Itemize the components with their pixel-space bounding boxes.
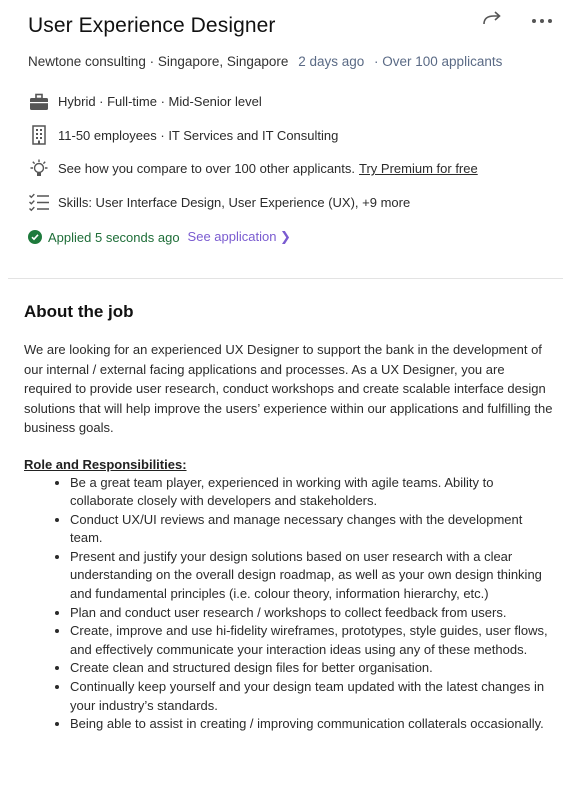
lightbulb-icon (28, 158, 50, 180)
more-dots-icon (531, 11, 553, 29)
applicant-count: · Over 100 applicants (374, 54, 503, 69)
company-size-text: 11-50 employees · IT Services and IT Con… (58, 127, 339, 143)
list-item: Continually keep yourself and your desig… (70, 678, 555, 715)
job-subline: Newtone consulting · Singapore, Singapor… (28, 54, 571, 69)
responsibilities-list: Be a great team player, experienced in w… (24, 474, 555, 734)
workplace-text: Hybrid · Full-time · Mid-Senior level (58, 94, 262, 110)
building-icon (28, 124, 50, 146)
company-size-fact: 11-50 employees · IT Services and IT Con… (28, 119, 571, 153)
applied-status-text: Applied 5 seconds ago (48, 229, 180, 245)
posted-time: 2 days ago (298, 54, 365, 69)
share-arrow-icon (481, 9, 503, 32)
about-heading: About the job (24, 302, 134, 321)
list-item: Being able to assist in creating / impro… (70, 715, 555, 734)
header-actions (479, 8, 555, 32)
try-premium-link[interactable]: Try Premium for free (359, 161, 478, 176)
check-circle-icon (28, 230, 42, 244)
checklist-icon (28, 191, 50, 213)
list-item: Create, improve and use hi-fidelity wire… (70, 622, 555, 659)
list-item: Conduct UX/UI reviews and manage necessa… (70, 511, 555, 548)
share-button[interactable] (479, 8, 505, 32)
about-intro: We are looking for an experienced UX Des… (24, 342, 553, 435)
list-item: Plan and conduct user research / worksho… (70, 604, 555, 623)
list-item: Be a great team player, experienced in w… (70, 474, 555, 511)
section-divider (8, 278, 563, 279)
briefcase-icon (28, 91, 50, 113)
workplace-fact: Hybrid · Full-time · Mid-Senior level (28, 85, 571, 119)
see-application-link[interactable]: See application ❯ (188, 229, 291, 245)
applied-status: Applied 5 seconds ago See application ❯ (28, 229, 571, 245)
more-options-button[interactable] (529, 8, 555, 32)
skills-fact[interactable]: Skills: User Interface Design, User Expe… (28, 186, 571, 220)
compare-fact: See how you compare to over 100 other ap… (28, 152, 571, 186)
job-facts: Hybrid · Full-time · Mid-Senior level 11… (28, 85, 571, 219)
compare-text: See how you compare to over 100 other ap… (58, 161, 356, 177)
about-section: About the job We are looking for an expe… (24, 302, 555, 734)
roles-heading: Role and Responsibilities: (24, 456, 187, 472)
job-header: User Experience Designer Newtone consult… (0, 0, 571, 245)
skills-text: Skills: User Interface Design, User Expe… (58, 194, 411, 210)
list-item: Present and justify your design solution… (70, 548, 555, 604)
company-location: Newtone consulting · Singapore, Singapor… (28, 54, 289, 69)
list-item: Create clean and structured design files… (70, 659, 555, 678)
